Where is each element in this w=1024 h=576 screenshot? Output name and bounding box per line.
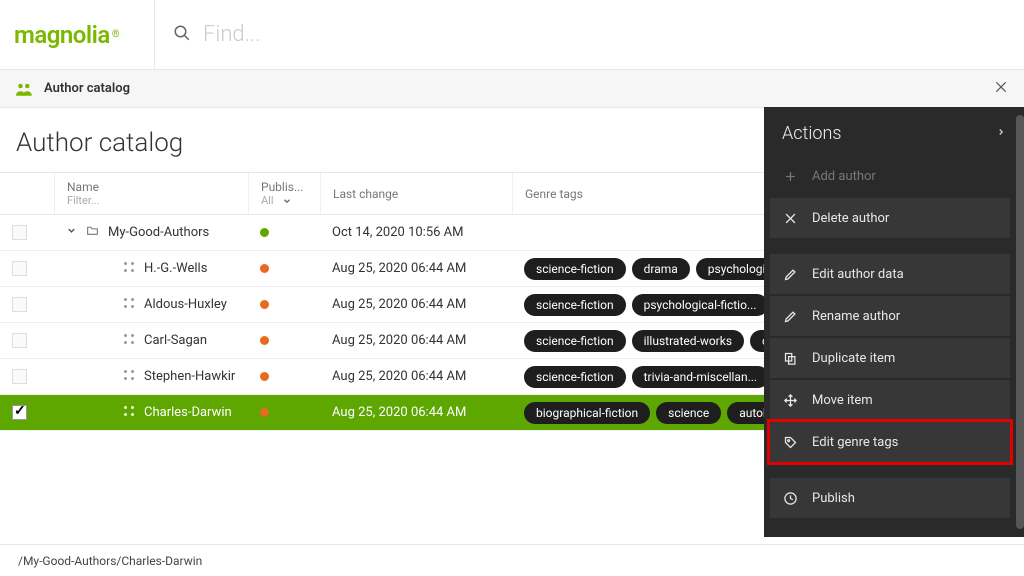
search-icon bbox=[173, 24, 191, 46]
x-icon bbox=[782, 211, 798, 226]
row-last-change: Oct 14, 2020 10:56 AM bbox=[332, 225, 464, 240]
logo[interactable]: magnolia® bbox=[0, 0, 155, 69]
genre-tag[interactable]: science-fiction bbox=[524, 294, 626, 316]
genre-tag[interactable]: trivia-and-miscellan... bbox=[632, 366, 769, 388]
action-label: Rename author bbox=[812, 309, 900, 324]
pencil-icon bbox=[782, 267, 798, 282]
row-checkbox[interactable] bbox=[12, 225, 27, 240]
status-dot bbox=[260, 228, 269, 237]
action-publish[interactable]: Publish bbox=[770, 478, 1010, 518]
action-label: Publish bbox=[812, 491, 855, 506]
app-bar: Author catalog bbox=[0, 70, 1024, 108]
row-name: H.-G.-Wells bbox=[144, 261, 207, 276]
genre-tag[interactable]: science-fiction bbox=[524, 330, 626, 352]
row-name: My-Good-Authors bbox=[108, 225, 209, 240]
tag-icon bbox=[782, 435, 798, 450]
close-icon[interactable] bbox=[994, 80, 1008, 98]
col-publish[interactable]: Publis... All bbox=[248, 173, 320, 214]
action-add: Add author bbox=[770, 156, 1010, 196]
expand-icon[interactable] bbox=[66, 225, 77, 240]
genre-tag[interactable]: drama bbox=[632, 258, 690, 280]
actions-title: Actions bbox=[782, 123, 841, 144]
row-checkbox[interactable] bbox=[12, 369, 27, 384]
row-tags: science-fiction trivia-and-miscellan... bbox=[524, 366, 769, 388]
row-checkbox[interactable] bbox=[12, 405, 27, 420]
row-last-change: Aug 25, 2020 06:44 AM bbox=[332, 369, 466, 384]
app-title: Author catalog bbox=[44, 81, 130, 96]
actions-panel: Actions Add author Delete author Edit auth… bbox=[764, 107, 1024, 537]
action-label: Duplicate item bbox=[812, 351, 895, 366]
action-label: Delete author bbox=[812, 211, 889, 226]
action-move[interactable]: Move item bbox=[770, 380, 1010, 420]
genre-tag[interactable]: biographical-fiction bbox=[524, 402, 650, 424]
row-name: Aldous-Huxley bbox=[144, 297, 227, 312]
app-icon bbox=[16, 82, 34, 96]
action-label: Add author bbox=[812, 169, 876, 184]
actions-collapse-icon[interactable] bbox=[996, 125, 1006, 143]
action-label: Move item bbox=[812, 393, 873, 408]
pencil-icon bbox=[782, 309, 798, 324]
action-duplicate[interactable]: Duplicate item bbox=[770, 338, 1010, 378]
row-tags: science-fictionillustrated-worksdra... bbox=[524, 330, 801, 352]
move-icon bbox=[782, 393, 798, 408]
folder-icon bbox=[85, 226, 100, 241]
breadcrumb: /My-Good-Authors/Charles-Darwin bbox=[0, 544, 1024, 576]
action-label: Edit author data bbox=[812, 267, 904, 282]
row-name: Charles-Darwin bbox=[144, 405, 232, 420]
col-name[interactable]: Name Filter... bbox=[54, 173, 248, 214]
node-icon bbox=[122, 296, 136, 310]
status-dot bbox=[260, 264, 269, 273]
row-name: Carl-Sagan bbox=[144, 333, 207, 348]
status-dot bbox=[260, 372, 269, 381]
clock-icon bbox=[782, 491, 798, 506]
node-icon bbox=[122, 404, 136, 418]
row-name: Stephen-Hawkir bbox=[144, 369, 235, 384]
row-checkbox[interactable] bbox=[12, 333, 27, 348]
row-tags: science-fictiondramapsychological... bbox=[524, 258, 803, 280]
row-last-change: Aug 25, 2020 06:44 AM bbox=[332, 297, 466, 312]
chevron-down-icon bbox=[282, 196, 292, 206]
global-search[interactable]: Find... bbox=[155, 0, 1024, 69]
row-last-change: Aug 25, 2020 06:44 AM bbox=[332, 333, 466, 348]
genre-tag[interactable]: psychological-fictio... bbox=[632, 294, 769, 316]
page-title: Author catalog bbox=[16, 128, 183, 158]
genre-tag[interactable]: science-fiction bbox=[524, 258, 626, 280]
action-delete[interactable]: Delete author bbox=[770, 198, 1010, 238]
action-tags[interactable]: Edit genre tags bbox=[770, 422, 1010, 462]
action-edit[interactable]: Edit author data bbox=[770, 254, 1010, 294]
genre-tag[interactable]: illustrated-works bbox=[632, 330, 744, 352]
node-icon bbox=[122, 260, 136, 274]
status-dot bbox=[260, 300, 269, 309]
row-tags: science-fiction psychological-fictio... bbox=[524, 294, 768, 316]
row-checkbox[interactable] bbox=[12, 261, 27, 276]
search-placeholder: Find... bbox=[203, 22, 260, 47]
status-dot bbox=[260, 336, 269, 345]
action-rename[interactable]: Rename author bbox=[770, 296, 1010, 336]
node-icon bbox=[122, 332, 136, 346]
action-label: Edit genre tags bbox=[812, 435, 898, 450]
plus-icon bbox=[782, 169, 798, 184]
node-icon bbox=[122, 368, 136, 382]
actions-scrollbar[interactable] bbox=[1016, 115, 1024, 529]
row-last-change: Aug 25, 2020 06:44 AM bbox=[332, 405, 466, 420]
genre-tag[interactable]: science-fiction bbox=[524, 366, 626, 388]
dup-icon bbox=[782, 351, 798, 366]
genre-tag[interactable]: science bbox=[656, 402, 721, 424]
status-dot bbox=[260, 408, 269, 417]
row-last-change: Aug 25, 2020 06:44 AM bbox=[332, 261, 466, 276]
row-checkbox[interactable] bbox=[12, 297, 27, 312]
col-last-change[interactable]: Last change bbox=[320, 173, 512, 214]
